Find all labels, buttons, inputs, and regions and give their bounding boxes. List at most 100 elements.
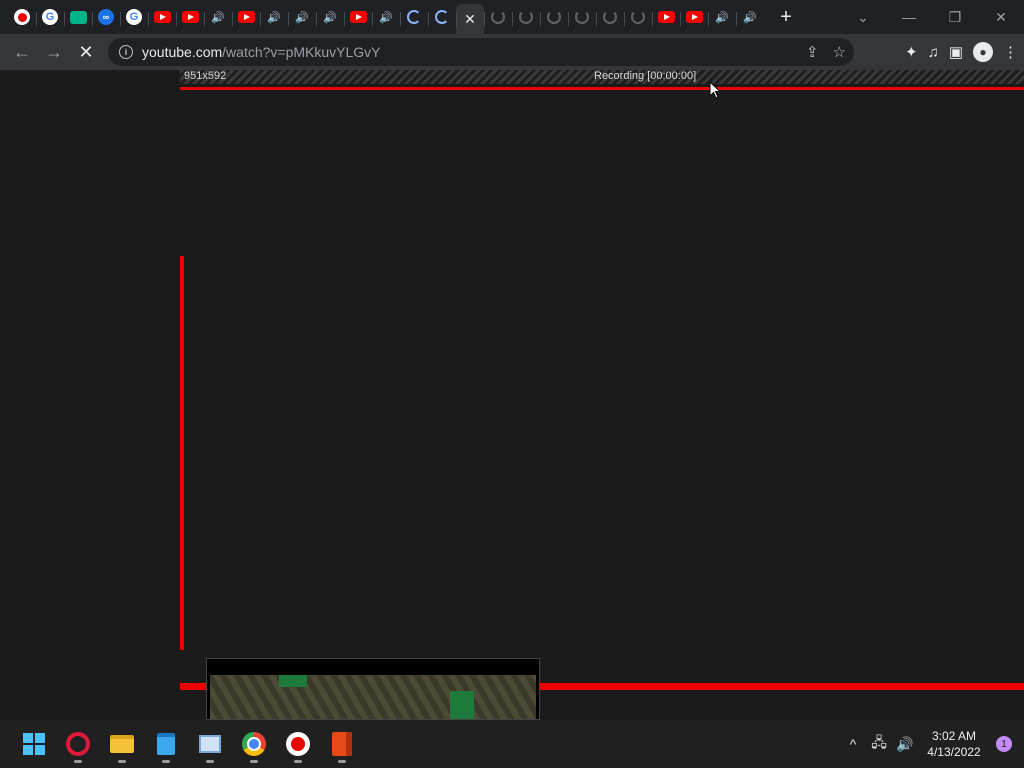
loading-spinner-icon (631, 10, 645, 24)
browser-menu-icon[interactable]: ⋮ (1003, 43, 1018, 61)
minimize-button[interactable]: — (886, 9, 932, 25)
browser-tab[interactable] (540, 3, 568, 31)
new-tab-button[interactable]: + (772, 6, 800, 29)
browser-tab[interactable]: 🔊 (260, 3, 288, 31)
loading-spinner-icon (407, 10, 421, 24)
browser-tab[interactable] (148, 3, 176, 31)
chrome-icon[interactable] (232, 722, 276, 766)
notepad-icon[interactable] (144, 722, 188, 766)
media-controls-icon[interactable]: ♫ (928, 44, 939, 61)
browser-tab[interactable]: G (120, 3, 148, 31)
teal-app-icon (69, 10, 87, 24)
url-path: /watch?v=pMKkuvYLGvY (222, 44, 381, 60)
browser-tab[interactable] (484, 3, 512, 31)
photos-icon[interactable] (188, 722, 232, 766)
google-icon: G (126, 9, 142, 25)
youtube-icon (181, 11, 199, 23)
speaker-icon: 🔊 (295, 11, 309, 24)
profile-avatar-icon[interactable]: ● (973, 42, 993, 62)
browser-tab[interactable]: 🔊 (288, 3, 316, 31)
loading-spinner-icon (603, 10, 617, 24)
side-panel-icon[interactable]: ▣ (949, 43, 963, 61)
speaker-icon: 🔊 (379, 11, 393, 24)
extensions-puzzle-icon[interactable]: ✦ (905, 43, 918, 61)
tab-search-button[interactable]: ⌄ (840, 9, 886, 26)
browser-tab[interactable] (232, 3, 260, 31)
clock[interactable]: 3:02 AM 4/13/2022 (918, 728, 990, 760)
browser-tab[interactable] (596, 3, 624, 31)
speaker-icon: 🔊 (743, 11, 757, 24)
show-hidden-icons-chevron-icon[interactable]: ^ (840, 736, 866, 752)
browser-tab[interactable] (400, 3, 428, 31)
browser-tab[interactable] (428, 3, 456, 31)
browser-tab[interactable]: G (36, 3, 64, 31)
recording-dimensions: 951x592 (184, 70, 227, 82)
url-text[interactable]: youtube.com/watch?v=pMKkuvYLGvY (142, 44, 381, 60)
browser-tab[interactable]: 🔊 (372, 3, 400, 31)
browser-tab[interactable] (64, 3, 92, 31)
omnibox-actions: ⇪ ☆ (806, 38, 846, 66)
youtube-icon (237, 11, 255, 23)
start-icon[interactable] (12, 722, 56, 766)
thumbnail-green-block (279, 675, 307, 687)
browser-tab[interactable] (624, 3, 652, 31)
office-icon[interactable] (320, 722, 364, 766)
forward-button[interactable]: → (38, 36, 70, 68)
recording-region-bar[interactable]: 951x592 Recording [00:00:00] (180, 70, 1024, 84)
browser-tab[interactable]: 🔊 (708, 3, 736, 31)
browser-tab[interactable] (512, 3, 540, 31)
tab-strip: G ∞ G 🔊 🔊 🔊 🔊 🔊 ✕ 🔊 🔊 + ⌄ — ❐ ✕ (0, 0, 1024, 34)
notification-badge[interactable]: 1 (996, 736, 1012, 752)
address-bar[interactable]: i youtube.com/watch?v=pMKkuvYLGvY ⇪ ☆ (108, 38, 854, 66)
windows-taskbar: ^ 🖧 🔊 3:02 AM 4/13/2022 1 (0, 720, 1024, 768)
clock-date: 4/13/2022 (927, 745, 981, 759)
record-icon (14, 9, 30, 25)
speaker-icon: 🔊 (267, 11, 281, 24)
mouse-cursor-icon (709, 81, 722, 99)
bookmark-star-icon[interactable]: ☆ (833, 43, 846, 61)
window-controls: ⌄ — ❐ ✕ (840, 0, 1024, 34)
taskbar-apps (0, 722, 364, 766)
file-explorer-icon[interactable] (100, 722, 144, 766)
close-window-button[interactable]: ✕ (978, 9, 1024, 26)
tab-list: G ∞ G 🔊 🔊 🔊 🔊 🔊 ✕ 🔊 🔊 (0, 0, 764, 34)
speaker-icon: 🔊 (323, 11, 337, 24)
youtube-icon (685, 11, 703, 23)
loop-icon: ∞ (98, 9, 114, 25)
google-icon: G (42, 9, 58, 25)
stop-loading-button[interactable]: ✕ (70, 36, 102, 68)
network-icon[interactable]: 🖧 (866, 732, 892, 756)
speaker-icon: 🔊 (211, 11, 225, 24)
youtube-icon (349, 11, 367, 23)
browser-tab[interactable] (680, 3, 708, 31)
back-button[interactable]: ← (6, 36, 38, 68)
browser-tab[interactable] (568, 3, 596, 31)
restore-button[interactable]: ❐ (932, 9, 978, 26)
browser-tab[interactable]: ✕ (456, 4, 484, 34)
loading-spinner-icon (435, 10, 449, 24)
site-info-icon[interactable]: i (119, 45, 133, 59)
share-icon[interactable]: ⇪ (806, 43, 819, 61)
browser-tab[interactable] (176, 3, 204, 31)
browser-tab[interactable]: 🔊 (316, 3, 344, 31)
close-icon[interactable]: ✕ (464, 11, 476, 28)
video-thumbnail[interactable] (206, 658, 540, 720)
browser-tab[interactable] (652, 3, 680, 31)
browser-tab[interactable] (344, 3, 372, 31)
loading-spinner-icon (575, 10, 589, 24)
recorder-icon[interactable] (276, 722, 320, 766)
browser-tab[interactable]: 🔊 (736, 3, 764, 31)
browser-toolbar: ← → ✕ i youtube.com/watch?v=pMKkuvYLGvY … (0, 34, 1024, 70)
loading-spinner-icon (519, 10, 533, 24)
loading-spinner-icon (491, 10, 505, 24)
recording-border-top (180, 87, 1024, 90)
thumbnail-image (210, 675, 536, 719)
page-content: 951x592 Recording [00:00:00] (0, 70, 1024, 720)
volume-icon[interactable]: 🔊 (892, 736, 918, 753)
browser-tab[interactable] (8, 3, 36, 31)
speaker-icon: 🔊 (715, 11, 729, 24)
opera-icon[interactable] (56, 722, 100, 766)
browser-tab[interactable]: 🔊 (204, 3, 232, 31)
browser-tab[interactable]: ∞ (92, 3, 120, 31)
url-host: youtube.com (142, 44, 223, 60)
